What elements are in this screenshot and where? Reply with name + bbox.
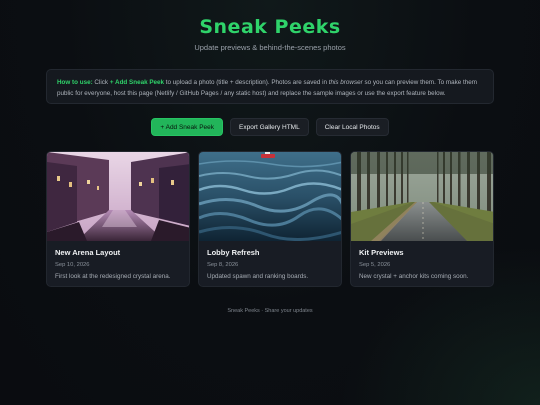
card-title: Kit Previews <box>359 248 404 257</box>
gallery-card[interactable]: New Arena Layout Sep 10, 2026 First look… <box>46 151 190 287</box>
help-lead: How to use: <box>57 79 93 86</box>
card-date: Sep 10, 2026 <box>55 262 90 268</box>
help-box: How to use: Click + Add Sneak Peek to up… <box>46 69 494 104</box>
card-title: Lobby Refresh <box>207 248 260 257</box>
help-emphasis: this browser <box>328 79 363 86</box>
help-text-1: Click <box>92 79 110 86</box>
gallery-grid: New Arena Layout Sep 10, 2026 First look… <box>46 151 494 287</box>
card-description: New crystal + anchor kits coming soon. <box>359 273 469 280</box>
forest-road-photo <box>351 152 493 241</box>
card-title: New Arena Layout <box>55 248 121 257</box>
card-date: Sep 8, 2026 <box>207 262 239 268</box>
toolbar: + Add Sneak Peek Export Gallery HTML Cle… <box>0 118 540 136</box>
gallery-card[interactable]: Lobby Refresh Sep 8, 2026 Updated spawn … <box>198 151 342 287</box>
add-sneak-peek-button[interactable]: + Add Sneak Peek <box>151 118 224 136</box>
card-date: Sep 5, 2026 <box>359 262 391 268</box>
help-text-2: to upload a photo (title + description).… <box>164 79 329 86</box>
export-gallery-button[interactable]: Export Gallery HTML <box>230 118 309 136</box>
card-description: First look at the redesigned crystal are… <box>55 273 171 280</box>
gallery-card[interactable]: Kit Previews Sep 5, 2026 New crystal + a… <box>350 151 494 287</box>
card-description: Updated spawn and ranking boards. <box>207 273 309 280</box>
canal-city-photo <box>47 152 189 241</box>
page-subtitle: Update previews & behind-the-scenes phot… <box>194 43 346 52</box>
ocean-boat-photo <box>199 152 341 241</box>
footer-text: Sneak Peeks · Share your updates <box>227 308 313 314</box>
page-title: Sneak Peeks <box>199 16 341 38</box>
clear-local-photos-button[interactable]: Clear Local Photos <box>315 118 389 136</box>
help-action: + Add Sneak Peek <box>109 79 165 86</box>
